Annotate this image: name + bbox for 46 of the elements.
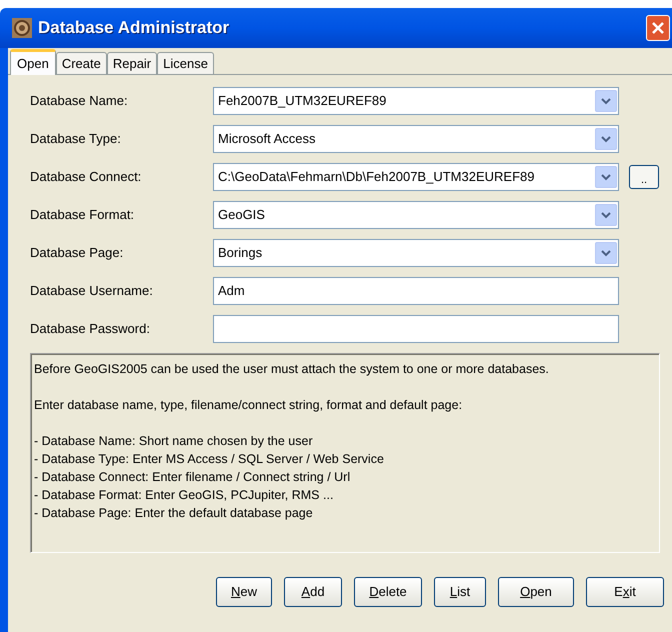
info-text: - Database Type: Enter MS Access / SQL Server / Web Service xyxy=(34,451,385,468)
chevron-down-icon xyxy=(601,174,611,180)
dropdown-button[interactable] xyxy=(595,90,617,112)
browse-button[interactable]: .. xyxy=(629,165,659,189)
field-label: Database Connect: xyxy=(30,168,142,186)
action-button[interactable]: Open xyxy=(498,577,574,607)
field-label: Database Type: xyxy=(30,130,122,148)
combo-box[interactable]: Borings xyxy=(213,239,619,267)
info-text: - Database Connect: Enter filename / Connect string / Url xyxy=(34,469,352,486)
action-button[interactable]: Exit xyxy=(586,577,664,607)
combo-box[interactable]: GeoGIS xyxy=(213,201,619,229)
dropdown-button[interactable] xyxy=(595,242,617,264)
combo-box[interactable]: Microsoft Access xyxy=(213,125,619,153)
dropdown-button[interactable] xyxy=(595,204,617,226)
chevron-down-icon xyxy=(601,250,611,256)
text-field[interactable]: Adm xyxy=(213,277,619,305)
action-button[interactable]: New xyxy=(216,577,272,607)
combo-box[interactable]: C:\GeoData\Fehmarn\Db\Feh2007B_UTM32EUREF89 xyxy=(213,163,619,191)
info-text: - Database Page: Enter the default database page xyxy=(34,505,314,522)
info-text: - Database Name: Short name chosen by the user xyxy=(34,433,314,450)
text-field[interactable] xyxy=(213,315,619,343)
dropdown-button[interactable] xyxy=(595,166,617,188)
dropdown-button[interactable] xyxy=(595,128,617,150)
app-logo-icon xyxy=(12,18,32,38)
field-label: Database Format: xyxy=(30,206,136,224)
tab[interactable]: Open xyxy=(10,49,56,75)
field-label: Database Username: xyxy=(30,282,154,300)
field-label: Database Name: xyxy=(30,92,129,110)
window-title: Database Administrator xyxy=(38,17,230,40)
tab[interactable]: Repair xyxy=(106,52,158,74)
chevron-down-icon xyxy=(601,212,611,218)
info-text: - Database Format: Enter GeoGIS, PCJupiter, RMS ... xyxy=(34,487,334,504)
close-button[interactable] xyxy=(646,15,670,41)
action-button[interactable]: Delete xyxy=(354,577,422,607)
chevron-down-icon xyxy=(601,136,611,142)
tab[interactable]: License xyxy=(157,52,214,74)
field-label: Database Page: xyxy=(30,244,124,262)
close-icon xyxy=(652,22,664,34)
action-button[interactable]: Add xyxy=(284,577,342,607)
info-text: Before GeoGIS2005 can be used the user must attach the system to one or more databases. xyxy=(34,361,550,378)
field-label: Database Password: xyxy=(30,320,151,338)
tab[interactable]: Create xyxy=(56,52,107,74)
info-text: Enter database name, type, filename/connect string, format and default page: xyxy=(34,397,464,414)
action-button[interactable]: List xyxy=(434,577,486,607)
chevron-down-icon xyxy=(601,98,611,104)
combo-box[interactable]: Feh2007B_UTM32EUREF89 xyxy=(213,87,619,115)
